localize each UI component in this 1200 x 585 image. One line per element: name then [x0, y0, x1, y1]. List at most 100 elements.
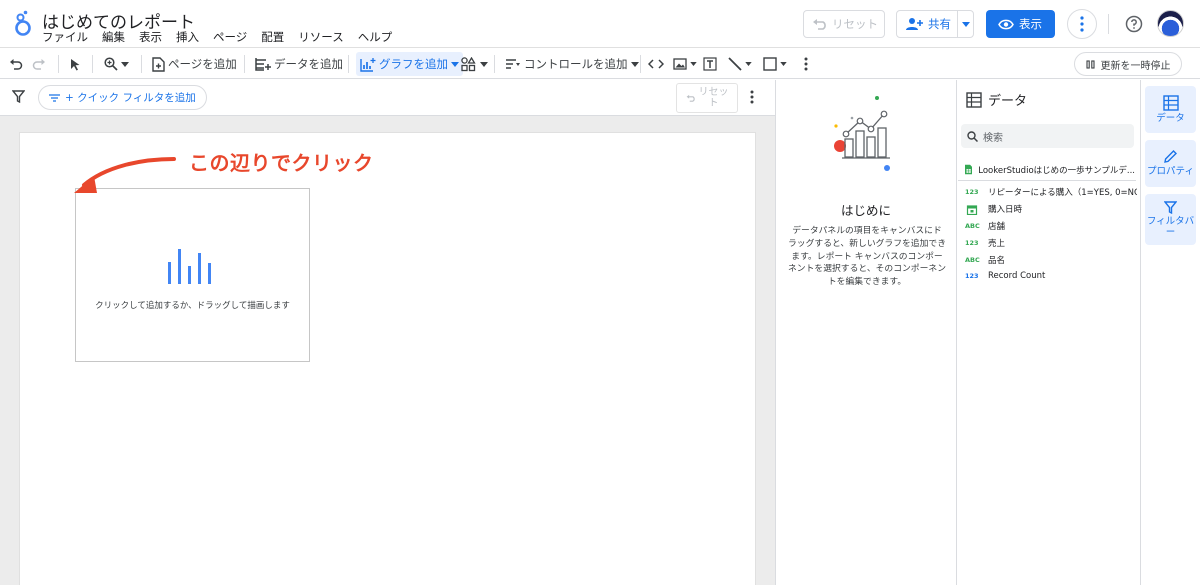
number-type-icon: 123: [965, 272, 979, 280]
data-panel-header: データ: [966, 90, 1027, 109]
rail-properties-button[interactable]: プロパティ: [1145, 140, 1196, 187]
filter-list-icon: [49, 93, 60, 102]
menu-bar: ファイル 編集 表示 挿入 ページ 配置 リソース ヘルプ: [42, 29, 406, 45]
avatar[interactable]: [1157, 10, 1184, 37]
pause-updates-label: 更新を一時停止: [1100, 60, 1171, 72]
bar-chart-icon: [168, 249, 211, 284]
add-chart-label: グラフを追加: [379, 57, 448, 71]
data-panel-title: データ: [988, 94, 1028, 109]
menu-view[interactable]: 表示: [139, 29, 162, 45]
zoom-icon[interactable]: [104, 52, 129, 76]
rail-data-label: データ: [1156, 112, 1185, 124]
view-button[interactable]: 表示: [986, 10, 1055, 38]
toolbar-more-icon[interactable]: [804, 52, 808, 76]
chart-placeholder[interactable]: クリックして追加するか、ドラッグして描画します: [75, 188, 310, 362]
header-divider: [1108, 14, 1109, 34]
toolbar-divider: [640, 55, 641, 73]
field-name: 売上: [988, 239, 1006, 249]
text-box-icon[interactable]: [703, 52, 717, 76]
getting-started-description: データパネルの項目をキャンバスにドラッグすると、新しいグラフを追加できます。レポ…: [788, 226, 946, 287]
field-name: リピーターによる購入（1=YES, 0=NO...: [988, 188, 1137, 198]
shape-icon[interactable]: [763, 52, 787, 76]
data-source-name: LookerStudioはじめの一歩サンプルデ...: [978, 165, 1135, 176]
toolbar: ページを追加 データを追加 グラフを追加 コントロールを追加 更新を一時停止: [0, 47, 1200, 79]
field-item[interactable]: 購入日時: [965, 203, 1137, 215]
view-button-label: 表示: [1019, 17, 1042, 31]
looker-studio-logo-icon[interactable]: [12, 10, 34, 36]
menu-page[interactable]: ページ: [213, 29, 247, 45]
add-chart-button[interactable]: グラフを追加: [356, 52, 463, 76]
field-item[interactable]: 123 売上: [965, 237, 1137, 249]
rail-properties-label: プロパティ: [1147, 166, 1194, 178]
embed-code-icon[interactable]: [648, 52, 664, 76]
app-header: はじめてのレポート ファイル 編集 表示 挿入 ページ 配置 リソース ヘルプ …: [0, 0, 1200, 46]
data-source-item[interactable]: LookerStudioはじめの一歩サンプルデ...: [965, 163, 1135, 176]
toolbar-divider: [58, 55, 59, 73]
chevron-down-icon: [121, 61, 129, 67]
rail-data-button[interactable]: データ: [1145, 86, 1196, 133]
rail-filter-bar-label: フィルタバー: [1146, 215, 1195, 238]
annotation-text: この辺りでクリック: [189, 151, 374, 175]
filter-icon[interactable]: [11, 90, 26, 106]
pause-updates-button[interactable]: 更新を一時停止: [1074, 52, 1182, 76]
redo-icon[interactable]: [32, 52, 46, 76]
field-item[interactable]: 123 リピーターによる購入（1=YES, 0=NO...: [965, 186, 1137, 198]
menu-arrange[interactable]: 配置: [261, 29, 284, 45]
number-type-icon: 123: [965, 239, 979, 247]
field-item[interactable]: 123 Record Count: [965, 271, 1137, 281]
table-icon: [966, 91, 982, 108]
toolbar-divider: [494, 55, 495, 73]
field-item[interactable]: ABC 店舗: [965, 220, 1137, 232]
search-icon: [967, 130, 978, 142]
field-name: 店舗: [988, 222, 1006, 232]
right-rail: データ プロパティ フィルタバー: [1140, 80, 1200, 585]
getting-started-title: はじめに: [840, 203, 891, 218]
add-page-label: ページを追加: [168, 57, 237, 71]
field-search-input[interactable]: 検索: [961, 124, 1134, 148]
rail-filter-bar-button[interactable]: フィルタバー: [1145, 194, 1196, 245]
annotation-arrow-icon: [74, 157, 176, 193]
chevron-down-icon: [451, 61, 459, 67]
report-page[interactable]: クリックして追加するか、ドラッグして描画します: [19, 132, 756, 585]
share-button[interactable]: 共有: [896, 10, 974, 38]
select-pointer-icon[interactable]: [70, 52, 80, 76]
undo-icon: [686, 94, 695, 102]
add-control-button[interactable]: コントロールを追加: [505, 52, 639, 76]
community-visualizations-icon[interactable]: [461, 52, 488, 76]
canvas-reset-label: リセット: [698, 87, 729, 109]
line-icon[interactable]: [728, 52, 752, 76]
toolbar-divider: [92, 55, 93, 73]
calendar-icon: [966, 204, 978, 215]
canvas-reset-button[interactable]: リセット: [676, 83, 738, 113]
table-icon: [1162, 94, 1179, 111]
help-icon[interactable]: [1119, 9, 1149, 39]
canvas-more-icon[interactable]: [750, 90, 754, 107]
add-data-button[interactable]: データを追加: [255, 52, 343, 76]
share-dropdown-icon[interactable]: [957, 11, 973, 37]
more-options-icon[interactable]: [1067, 9, 1097, 39]
menu-file[interactable]: ファイル: [42, 29, 88, 45]
menu-insert[interactable]: 挿入: [176, 29, 199, 45]
reset-button-label: リセット: [832, 17, 878, 31]
undo-icon: [813, 19, 826, 30]
toolbar-divider: [348, 55, 349, 73]
reset-button[interactable]: リセット: [803, 10, 885, 38]
add-chart-icon: [360, 57, 376, 72]
data-panel: データ 検索 LookerStudioはじめの一歩サンプルデ... 123 リピ…: [958, 80, 1140, 585]
field-name: Record Count: [988, 271, 1046, 281]
menu-edit[interactable]: 編集: [102, 29, 125, 45]
add-page-button[interactable]: ページを追加: [152, 52, 237, 76]
undo-icon[interactable]: [9, 52, 23, 76]
add-page-icon: [152, 56, 165, 72]
chevron-down-icon: [745, 62, 752, 66]
eye-icon: [998, 19, 1014, 29]
image-icon[interactable]: [673, 52, 697, 76]
add-quick-filter-button[interactable]: + クイック フィルタを追加: [38, 85, 207, 110]
menu-resources[interactable]: リソース: [298, 29, 343, 45]
menu-help[interactable]: ヘルプ: [358, 29, 393, 45]
chevron-down-icon: [690, 62, 697, 66]
chevron-down-icon: [630, 61, 639, 67]
field-item[interactable]: ABC 品名: [965, 254, 1137, 266]
share-button-label: 共有: [928, 17, 951, 31]
data-panel-divider: [958, 180, 1136, 181]
